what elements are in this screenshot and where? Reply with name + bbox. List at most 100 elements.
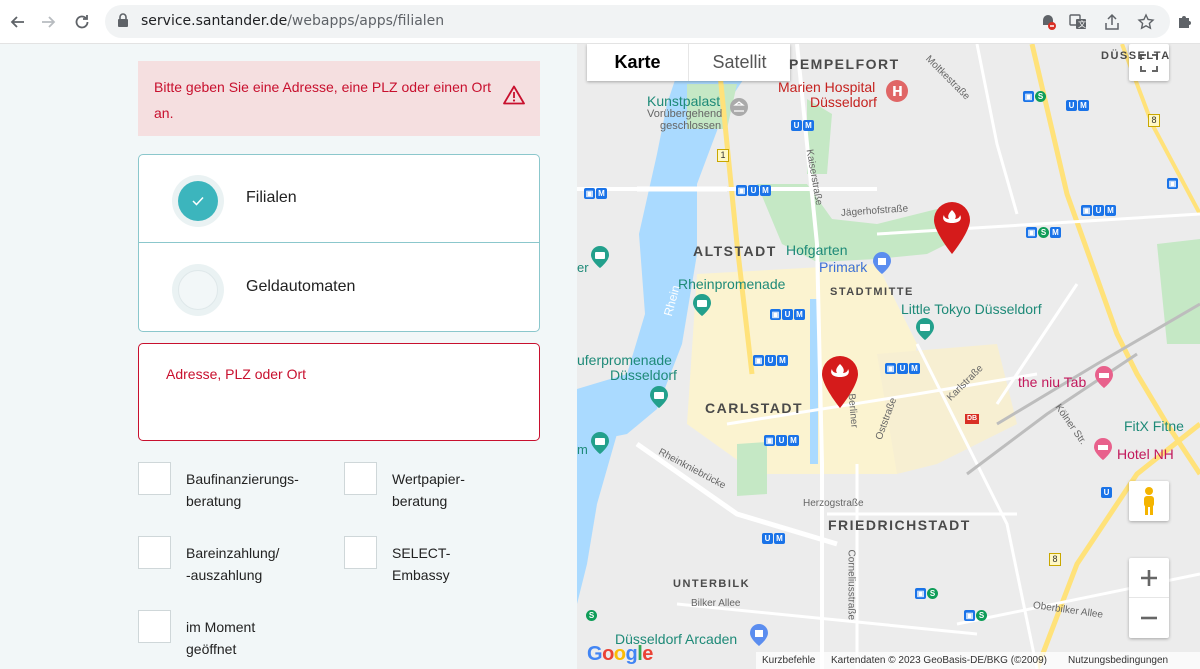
- poi-label: Little Tokyo Düsseldorf: [901, 301, 1042, 317]
- error-alert: Bitte geben Sie eine Adresse, eine PLZ o…: [138, 61, 540, 136]
- poi-label: Hofgarten: [786, 242, 848, 258]
- transit-marker[interactable]: U: [1101, 487, 1112, 498]
- branch-pin[interactable]: [934, 202, 970, 254]
- checkbox-bareinzahlung[interactable]: [138, 536, 171, 569]
- transit-marker[interactable]: ▣ S: [1023, 91, 1046, 102]
- map-type-control: Karte Satellit: [587, 44, 790, 81]
- checkbox-label: Bareinzahlung/-auszahlung: [186, 545, 280, 583]
- poi-label: Düsseldorf: [810, 94, 877, 110]
- street-label: Bilker Allee: [691, 598, 741, 609]
- map-type-satellite-button[interactable]: Satellit: [689, 44, 790, 81]
- metro-icon: M: [788, 435, 799, 446]
- poi-label: Primark: [819, 259, 868, 275]
- sbahn-icon: S: [1035, 91, 1046, 102]
- transit-marker[interactable]: ▣ U M: [885, 363, 920, 374]
- transit-marker[interactable]: ▣ U M: [1081, 205, 1116, 216]
- transit-marker[interactable]: ▣ S: [964, 610, 987, 621]
- street-label: Corneliusstraße: [845, 549, 857, 621]
- map-type-map-button[interactable]: Karte: [587, 44, 689, 81]
- metro-icon: U: [1093, 205, 1104, 216]
- tram-icon: ▣: [885, 363, 896, 374]
- transit-marker[interactable]: ▣: [1167, 178, 1178, 189]
- transit-marker[interactable]: ▣ S M: [1026, 227, 1061, 238]
- address-input[interactable]: Adresse, PLZ oder Ort: [138, 343, 540, 441]
- poi-label: Kunstpalast: [647, 93, 721, 109]
- alert-message: Bitte geben Sie eine Adresse, eine PLZ o…: [154, 79, 491, 121]
- metro-icon: U: [791, 120, 802, 131]
- sbahn-icon: S: [1038, 227, 1049, 238]
- metro-icon: M: [1078, 100, 1089, 111]
- shopping-bag-icon: [750, 624, 768, 646]
- district-label: ALTSTADT: [693, 243, 777, 259]
- metro-icon: U: [782, 309, 793, 320]
- district-label: STADTMITTE: [830, 286, 914, 298]
- extensions-puzzle-icon[interactable]: [1176, 12, 1194, 30]
- checkbox-wertpapier[interactable]: [344, 462, 377, 495]
- checkbox-select-embassy[interactable]: [344, 536, 377, 569]
- poi-label: Hotel NH: [1117, 446, 1174, 462]
- poi-label: m: [577, 442, 588, 457]
- tram-icon: ▣: [964, 610, 975, 621]
- branch-pin[interactable]: [822, 356, 858, 408]
- search-panel: Bitte geben Sie eine Adresse, eine PLZ o…: [0, 44, 577, 669]
- metro-icon: M: [596, 188, 607, 199]
- transit-marker[interactable]: S: [586, 610, 597, 621]
- metro-icon: M: [774, 533, 785, 544]
- address-placeholder: Adresse, PLZ oder Ort: [166, 366, 307, 382]
- keyboard-shortcuts-link[interactable]: Kurzbefehle: [762, 655, 815, 666]
- street-view-button[interactable]: [1129, 481, 1169, 521]
- tram-icon: ▣: [753, 355, 764, 366]
- back-button[interactable]: [4, 8, 32, 36]
- svg-text:H: H: [892, 85, 903, 100]
- tram-icon: ▣: [1167, 178, 1178, 189]
- metro-icon: M: [803, 120, 814, 131]
- minus-icon: [1141, 616, 1157, 620]
- metro-icon: U: [1066, 100, 1077, 111]
- sbahn-icon: S: [927, 588, 938, 599]
- transit-marker[interactable]: ▣ U M: [736, 185, 771, 196]
- check-icon: [192, 196, 204, 206]
- transit-marker[interactable]: UM: [1066, 100, 1089, 111]
- checkbox-label: SELECT- Embassy: [392, 545, 451, 583]
- transit-marker[interactable]: ▣ U M: [764, 435, 799, 446]
- zoom-out-button[interactable]: [1129, 598, 1169, 638]
- bookmark-star-icon[interactable]: [1135, 11, 1157, 33]
- address-bar[interactable]: service.santander.de/webapps/apps/filial…: [105, 5, 1170, 38]
- poi-label: uferpromenade: [577, 352, 672, 368]
- map-view[interactable]: Karte Satellit PEMPELFORT ALTSTADT STADT…: [577, 44, 1200, 669]
- tram-icon: ▣: [736, 185, 747, 196]
- tram-icon: ▣: [915, 588, 926, 599]
- transit-marker[interactable]: ▣ U M: [753, 355, 788, 366]
- checkbox-geoeffnet[interactable]: [138, 610, 171, 643]
- share-icon[interactable]: [1101, 11, 1123, 33]
- translate-icon[interactable]: 文: [1067, 11, 1089, 33]
- terms-link[interactable]: Nutzungsbedingungen: [1068, 655, 1168, 666]
- poi-label: Düsseldorf: [610, 367, 677, 383]
- transit-marker[interactable]: UM: [791, 120, 814, 131]
- blocked-popup-icon[interactable]: [1037, 11, 1059, 33]
- reload-button[interactable]: [68, 8, 96, 36]
- transit-marker[interactable]: UM: [762, 533, 785, 544]
- checkbox-label: Wertpapier-beratung: [392, 471, 465, 509]
- zoom-in-button[interactable]: [1129, 558, 1169, 598]
- road-shield: 8: [1148, 114, 1160, 127]
- browser-toolbar: service.santander.de/webapps/apps/filial…: [0, 0, 1200, 44]
- option-geldautomaten[interactable]: Geldautomaten: [139, 244, 539, 332]
- district-label: CARLSTADT: [705, 400, 804, 416]
- pegman-icon: [1144, 487, 1154, 515]
- radio-filialen[interactable]: [172, 175, 224, 227]
- option-label: Geldautomaten: [246, 278, 356, 295]
- transit-marker[interactable]: ▣ M: [584, 188, 607, 199]
- radio-geldautomaten[interactable]: [172, 264, 224, 316]
- checkbox-baufinanzierung[interactable]: [138, 462, 171, 495]
- tram-icon: ▣: [1081, 205, 1092, 216]
- option-filialen[interactable]: Filialen: [139, 155, 539, 243]
- transit-marker[interactable]: ▣ S: [915, 588, 938, 599]
- district-label: UNTERBILK: [673, 578, 751, 590]
- metro-icon: U: [1101, 487, 1112, 498]
- warning-triangle-icon: [503, 85, 525, 105]
- transit-marker[interactable]: ▣ U M: [770, 309, 805, 320]
- forward-button[interactable]: [34, 8, 62, 36]
- hotel-icon: [1095, 366, 1113, 388]
- museum-icon: [730, 98, 748, 116]
